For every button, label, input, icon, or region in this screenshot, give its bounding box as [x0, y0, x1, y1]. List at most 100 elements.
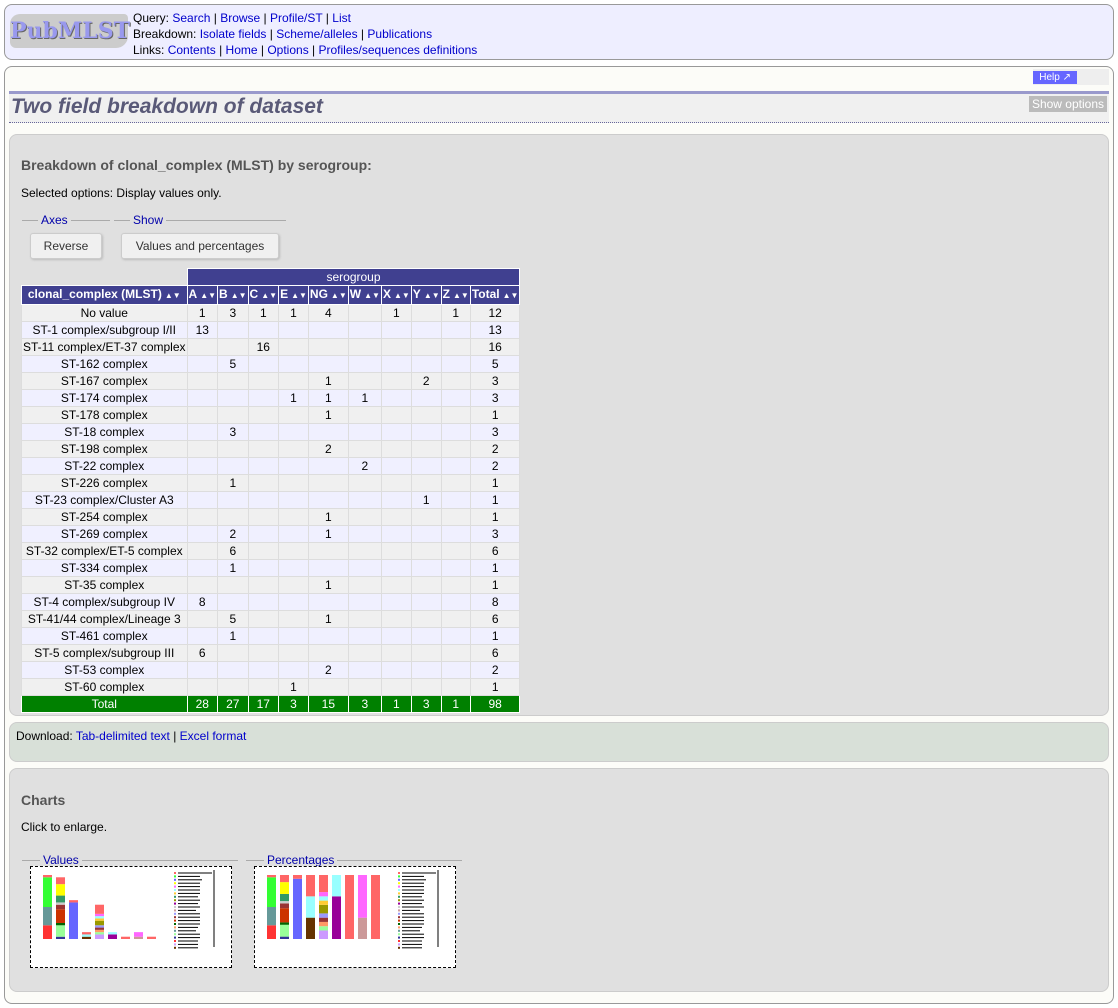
link-isolate-fields[interactable]: Isolate fields — [200, 27, 267, 41]
link-profiles-definitions[interactable]: Profiles/sequences definitions — [319, 43, 478, 57]
cell-value — [380, 525, 412, 543]
cell-value: 2 — [307, 661, 349, 679]
values-chart-thumbnail[interactable] — [30, 866, 232, 968]
values-and-percentages-button[interactable]: Values and percentages — [121, 233, 279, 259]
row-label: ST-167 complex — [21, 372, 188, 390]
legend-text — [178, 872, 212, 874]
cell-value: 1 — [410, 491, 442, 509]
legend-text — [402, 947, 422, 949]
legend-swatch — [174, 946, 176, 949]
column-header-c[interactable]: C ▲▼ — [247, 285, 280, 305]
link-search[interactable]: Search — [172, 11, 210, 25]
breakdown-panel: Breakdown of clonal_complex (MLST) by se… — [9, 134, 1109, 716]
percentages-chart-thumbnail[interactable] — [254, 866, 456, 968]
link-list[interactable]: List — [332, 11, 351, 25]
link-publications[interactable]: Publications — [367, 27, 432, 41]
legend-swatch — [398, 940, 400, 942]
cell-value — [380, 389, 412, 407]
breakdown-heading: Breakdown of clonal_complex (MLST) by se… — [21, 157, 372, 173]
column-header-b[interactable]: B ▲▼ — [217, 285, 249, 305]
chart-bar-segment — [95, 920, 104, 926]
link-options[interactable]: Options — [267, 43, 308, 57]
cell-value: 3 — [469, 525, 521, 543]
total-value: 27 — [217, 695, 249, 713]
table-row: ST-60 complex 1 1 — [21, 678, 521, 696]
pubmlst-logo[interactable]: PubMLST — [10, 14, 130, 48]
column-header-y[interactable]: Y ▲▼ — [410, 285, 442, 305]
chart-bar-segment — [267, 925, 276, 939]
legend-swatch — [174, 892, 176, 895]
help-button[interactable]: Help ↗ — [1033, 71, 1077, 84]
tab-delimited-link[interactable]: Tab-delimited text — [76, 729, 170, 743]
header-label: Total — [471, 287, 500, 301]
cell-value — [410, 355, 442, 373]
cell-value: 5 — [469, 355, 521, 373]
cell-value — [380, 440, 412, 458]
cell-value: 1 — [469, 474, 521, 492]
chart-bar-segment — [82, 936, 91, 939]
cell-value: 1 — [247, 304, 280, 322]
total-value: 17 — [247, 695, 280, 713]
link-profile-st[interactable]: Profile/ST — [270, 11, 322, 25]
legend-text — [178, 926, 198, 928]
legend-text — [402, 899, 424, 901]
link-browse[interactable]: Browse — [220, 11, 260, 25]
percentages-fieldset: Percentages — [246, 853, 462, 867]
cell-value — [440, 661, 471, 679]
chart-bar-segment — [95, 918, 104, 921]
row-label: ST-334 complex — [21, 559, 188, 577]
cell-value — [347, 372, 382, 390]
link-home[interactable]: Home — [226, 43, 258, 57]
help-label: Help — [1039, 72, 1060, 83]
cell-value — [440, 593, 471, 611]
legend-swatch — [174, 912, 176, 915]
column-header-z[interactable]: Z ▲▼ — [440, 285, 471, 305]
table-row: ST-269 complex 2 1 3 — [21, 525, 521, 543]
row-label: ST-22 complex — [21, 457, 188, 475]
row-label: ST-32 complex/ET-5 complex — [21, 542, 188, 560]
legend-swatch — [398, 943, 400, 946]
charts-heading: Charts — [21, 792, 66, 808]
charts-hint: Click to enlarge. — [21, 820, 108, 834]
cell-value — [247, 406, 280, 424]
show-options-button[interactable]: Show options — [1028, 96, 1107, 112]
cell-value: 1 — [278, 304, 309, 322]
cell-value — [410, 610, 442, 628]
cell-value — [410, 338, 442, 356]
excel-link[interactable]: Excel format — [180, 729, 247, 743]
cell-value — [247, 661, 280, 679]
column-header-e[interactable]: E ▲▼ — [278, 285, 309, 305]
row-label: ST-461 complex — [21, 627, 188, 645]
cell-value: 16 — [469, 338, 521, 356]
cell-value — [217, 576, 249, 594]
column-header-total[interactable]: Total ▲▼ — [469, 285, 521, 305]
cell-value: 1 — [217, 559, 249, 577]
cell-value — [278, 559, 309, 577]
cell-value: 8 — [469, 593, 521, 611]
column-header-clonal-complex[interactable]: clonal_complex (MLST) ▲▼ — [21, 285, 188, 305]
reverse-button[interactable]: Reverse — [30, 233, 102, 259]
cell-value — [307, 338, 349, 356]
cell-value: 1 — [307, 525, 349, 543]
legend-text — [402, 903, 422, 905]
table-row: ST-5 complex/subgroup III 6 6 — [21, 644, 521, 662]
header-label: NG — [309, 287, 328, 301]
column-header-x[interactable]: X ▲▼ — [380, 285, 412, 305]
chart-bar-segment — [319, 900, 328, 905]
sort-icon: ▲▼ — [164, 291, 181, 300]
link-scheme-alleles[interactable]: Scheme/alleles — [276, 27, 357, 41]
legend-swatch — [174, 933, 176, 936]
column-header-a[interactable]: A ▲▼ — [186, 285, 219, 305]
legend-text — [402, 923, 424, 925]
link-contents[interactable]: Contents — [168, 43, 216, 57]
cell-value: 5 — [217, 355, 249, 373]
chart-bar-segment — [56, 925, 65, 937]
column-header-ng[interactable]: NG ▲▼ — [307, 285, 349, 305]
column-header-w[interactable]: W ▲▼ — [347, 285, 382, 305]
row-label: ST-1 complex/subgroup I/II — [21, 321, 188, 339]
table-row: ST-178 complex 1 1 — [21, 406, 521, 424]
legend-swatch — [398, 933, 400, 936]
cell-value — [410, 457, 442, 475]
total-value: 28 — [186, 695, 219, 713]
row-label: ST-18 complex — [21, 423, 188, 441]
